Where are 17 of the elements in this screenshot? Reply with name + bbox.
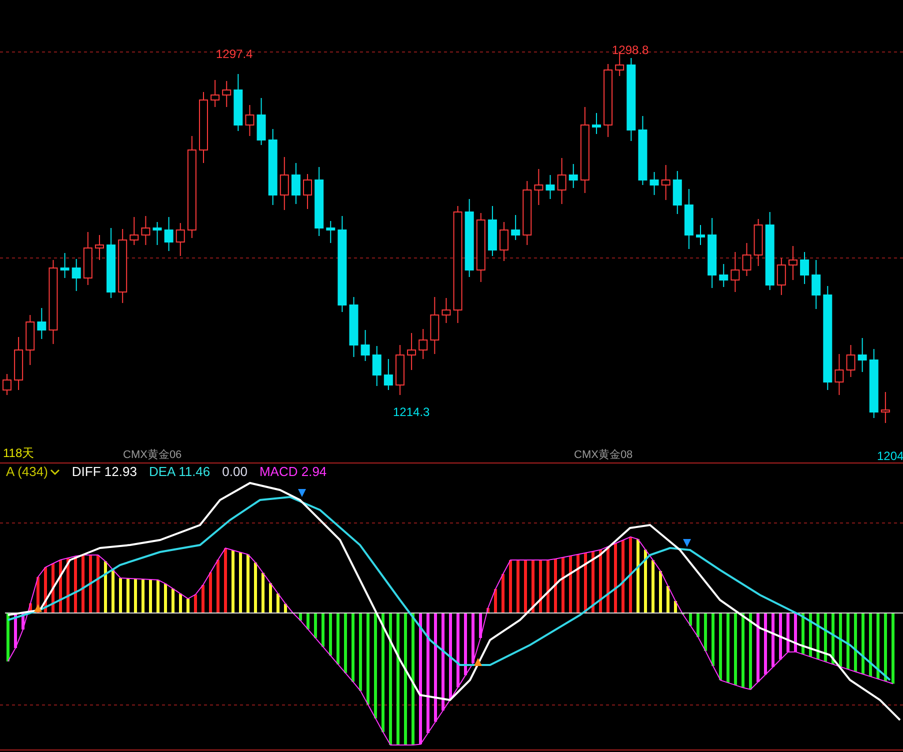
diff-value: DIFF 12.93 bbox=[72, 464, 137, 480]
contract-label: CMX黄金08 bbox=[574, 449, 633, 462]
sell-signal-icon bbox=[298, 489, 306, 497]
buy-signal-icon bbox=[34, 604, 42, 612]
low-price-label: 1214.3 bbox=[393, 405, 430, 419]
buy-signal-icon bbox=[474, 658, 482, 666]
last-price-label: 1204 bbox=[877, 449, 903, 463]
macd-value: MACD 2.94 bbox=[259, 464, 327, 480]
contract-label: CMX黄金06 bbox=[123, 449, 182, 462]
sell-signal-icon bbox=[683, 539, 691, 547]
indicator-value: 0.00 bbox=[222, 464, 248, 480]
high-price-label: 1298.8 bbox=[612, 43, 649, 57]
indicator-selector[interactable]: A (434) bbox=[6, 464, 48, 480]
high-price-label: 1297.4 bbox=[216, 47, 253, 61]
chevron-down-icon[interactable] bbox=[50, 468, 60, 476]
period-label: 118天 bbox=[3, 446, 34, 460]
dea-value: DEA 11.46 bbox=[148, 464, 210, 480]
